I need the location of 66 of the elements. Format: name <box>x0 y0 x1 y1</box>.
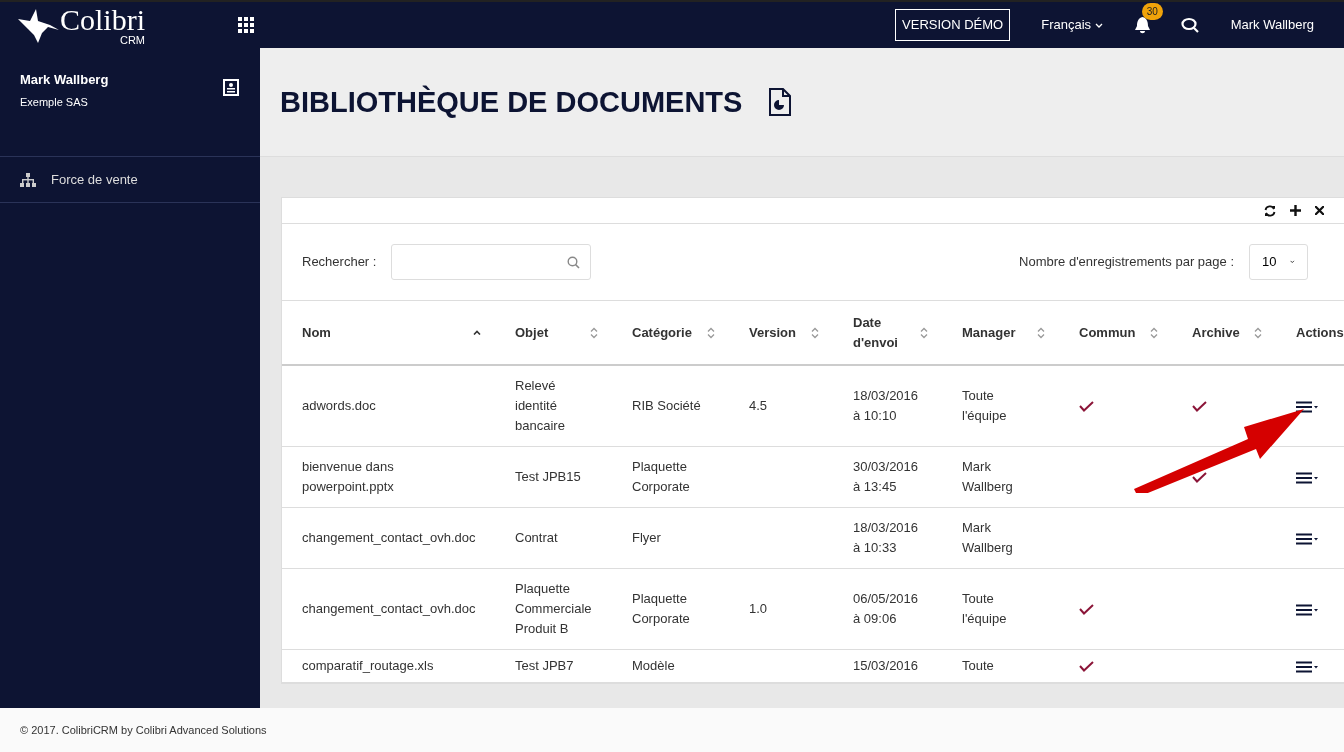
actions-menu-icon[interactable] <box>1296 471 1320 484</box>
table-cell-text: comparatif_routage.xls <box>302 657 435 675</box>
brand-subtitle: CRM <box>119 34 145 46</box>
column-header[interactable]: Catégorie <box>632 322 692 343</box>
search-field[interactable] <box>391 244 592 280</box>
table-cell-text: Plaquette Corporate <box>632 458 691 496</box>
table-cell-text: Relevé identité bancaire <box>515 377 566 435</box>
caret-down-icon <box>1094 22 1103 29</box>
search-icon <box>567 255 581 269</box>
app-grid-icon[interactable] <box>238 17 254 33</box>
column-header[interactable]: Archive <box>1192 322 1240 343</box>
table-cell-text: Contrat <box>515 529 559 547</box>
table-cell-text: 1.0 <box>749 600 769 618</box>
refresh-icon[interactable] <box>1264 204 1276 217</box>
per-page-select[interactable]: 10 <box>1249 244 1308 280</box>
table-cell-text: 18/03/2016 à 10:10 <box>853 387 920 425</box>
search-label: Rechercher : <box>302 253 377 272</box>
language-dropdown[interactable]: Français <box>1040 14 1104 36</box>
brand-name: Colibri <box>60 4 145 35</box>
user-name: Mark Wallberg <box>20 71 109 89</box>
table-cell-text: 4.5 <box>749 397 769 415</box>
table-cell-text: Toute <box>962 657 995 675</box>
bell-icon[interactable] <box>1133 16 1151 35</box>
table-cell-text: Toute l'équipe <box>962 590 1008 628</box>
column-header[interactable]: Nom <box>302 322 331 343</box>
table-cell-text: Test JPB15 <box>515 468 582 486</box>
document-chart-icon <box>768 88 793 116</box>
table-cell-text: Flyer <box>632 529 662 547</box>
table-cell-text: Plaquette Commerciale Produit B <box>515 580 593 638</box>
footer-text: © 2017. ColibriCRM by Colibri Advanced Solutions <box>20 722 267 738</box>
column-header[interactable]: Commun <box>1079 322 1136 343</box>
notification-count-badge: 30 <box>1141 3 1163 21</box>
actions-menu-icon[interactable] <box>1296 400 1320 413</box>
column-header[interactable]: Manager <box>962 322 1016 343</box>
table-cell-text: Mark Wallberg <box>962 519 1014 557</box>
add-icon[interactable] <box>1290 205 1301 216</box>
per-page-label: Nombre d'enregistrements par page : <box>1019 253 1234 272</box>
contact-card-icon[interactable] <box>223 79 239 96</box>
column-header[interactable]: Version <box>749 322 796 343</box>
column-header[interactable]: Date d'envoi <box>853 313 913 352</box>
table-cell-text: 15/03/2016 <box>853 657 920 675</box>
column-header: Actions <box>1296 323 1344 342</box>
page-title: BIBLIOTHÈQUE DE DOCUMENTS <box>280 84 743 120</box>
table-cell-text: Test JPB7 <box>515 657 575 675</box>
actions-menu-icon[interactable] <box>1296 660 1320 673</box>
hierarchy-icon <box>20 172 36 187</box>
demo-version-button[interactable]: VERSION DÉMO <box>895 9 1011 41</box>
table-cell-text: 06/05/2016 à 09:06 <box>853 590 920 628</box>
column-header[interactable]: Objet <box>515 322 549 343</box>
table-cell-text: changement_contact_ovh.doc <box>302 600 477 618</box>
company-name: Exemple SAS <box>20 94 89 110</box>
table-cell-text: Mark Wallberg <box>962 458 1014 496</box>
user-name[interactable]: Mark Wallberg <box>1230 15 1314 35</box>
table-cell-text: RIB Société <box>632 397 702 415</box>
actions-menu-icon[interactable] <box>1296 532 1320 545</box>
table-cell-text: 30/03/2016 à 13:45 <box>853 458 920 496</box>
caret-down-icon <box>1290 259 1295 265</box>
table-cell-text: adwords.doc <box>302 397 377 415</box>
table-cell-text: Modèle <box>632 657 676 675</box>
table-cell-text: 18/03/2016 à 10:33 <box>853 519 920 557</box>
table-cell-text: Toute l'équipe <box>962 387 1008 425</box>
actions-menu-icon[interactable] <box>1296 603 1320 616</box>
table-cell-text: bienvenue dans powerpoint.pptx <box>302 458 395 496</box>
close-icon[interactable] <box>1315 206 1324 215</box>
table-cell-text: changement_contact_ovh.doc <box>302 529 477 547</box>
table-cell-text: Plaquette Corporate <box>632 590 691 628</box>
